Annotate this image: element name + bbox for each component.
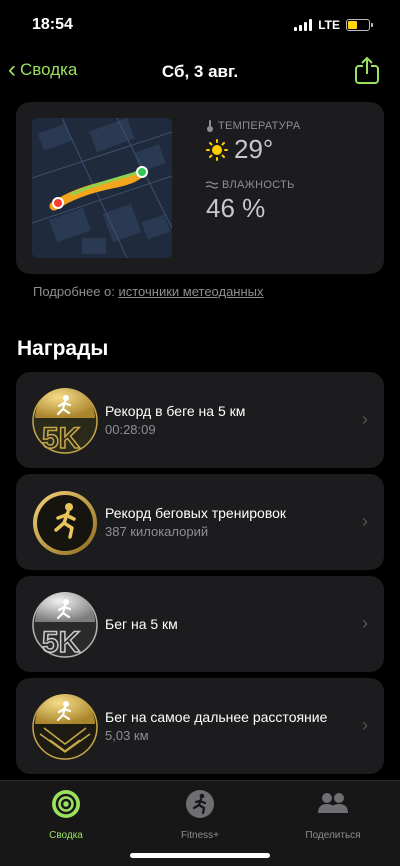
network-type: LTE — [318, 18, 340, 32]
route-map[interactable] — [32, 118, 172, 258]
award-item[interactable]: 5K Бег на 5 км › — [16, 576, 384, 672]
weather-card: ТЕМПЕРАТУРА 29° ВЛАЖНОСТЬ 46 % — [16, 102, 384, 274]
award-title: Рекорд в беге на 5 км — [105, 403, 246, 419]
weather-source-note: Подробнее о: источники метеоданных — [33, 284, 264, 299]
weather-source-prefix: Подробнее о: — [33, 284, 119, 299]
cellular-signal-icon — [294, 19, 313, 31]
award-title: Рекорд беговых тренировок — [105, 505, 287, 521]
humidity-icon — [206, 181, 218, 189]
temperature-value: 29° — [234, 134, 274, 164]
navigation-bar: ‹ Сводка Сб, 3 авг. — [0, 52, 400, 92]
chevron-right-icon: › — [362, 715, 368, 735]
humidity-label: ВЛАЖНОСТЬ — [222, 179, 295, 191]
chevron-right-icon: › — [362, 511, 368, 531]
award-texts: Рекорд в беге на 5 км 00:28:09 — [105, 372, 245, 468]
award-item[interactable]: Бег на самое дальнее расстояние 5,03 км … — [16, 678, 384, 774]
chevron-right-icon: › — [362, 409, 368, 429]
gold-5k-medal-icon: 5K — [32, 388, 98, 454]
status-time: 18:54 — [32, 16, 73, 33]
award-item[interactable]: 5K Рекорд в беге на 5 км 00:28:09 › — [16, 372, 384, 468]
weather-source-link[interactable]: источники метеоданных — [118, 284, 263, 299]
fitness-plus-icon — [186, 790, 214, 818]
temperature-label-row: ТЕМПЕРАТУРА — [206, 120, 301, 132]
share-icon[interactable] — [354, 56, 380, 84]
gold-runner-medal-icon — [33, 491, 97, 555]
activity-rings-icon — [52, 790, 80, 818]
status-bar: 18:54 LTE — [0, 0, 400, 50]
award-texts: Бег на самое дальнее расстояние 5,03 км — [105, 678, 327, 774]
gold-distance-medal-icon — [32, 694, 98, 760]
humidity-value: 46 % — [206, 193, 266, 223]
tab-summary[interactable]: Сводка — [6, 789, 126, 841]
status-icons: LTE — [294, 18, 373, 32]
sharing-icon — [318, 793, 348, 813]
weather-info: ТЕМПЕРАТУРА 29° ВЛАЖНОСТЬ 46 % — [206, 120, 301, 224]
tab-fitness-plus[interactable]: Fitness+ — [140, 789, 260, 841]
home-indicator — [130, 853, 270, 858]
award-subtitle: 00:28:09 — [105, 422, 156, 437]
route-map-image — [32, 118, 172, 258]
tab-label: Fitness+ — [180, 830, 220, 841]
award-title: Бег на 5 км — [105, 616, 178, 632]
humidity-label-row: ВЛАЖНОСТЬ — [206, 179, 301, 191]
battery-icon — [346, 19, 373, 31]
tab-label: Поделиться — [305, 830, 361, 841]
award-texts: Рекорд беговых тренировок 387 килокалори… — [105, 474, 286, 570]
award-subtitle: 5,03 км — [105, 728, 149, 743]
tab-sharing[interactable]: Поделиться — [273, 789, 393, 841]
award-texts: Бег на 5 км — [105, 576, 178, 672]
temperature-row: 29° — [206, 134, 301, 165]
page-title: Сб, 3 авг. — [161, 62, 239, 81]
award-item[interactable]: Рекорд беговых тренировок 387 килокалори… — [16, 474, 384, 570]
awards-section-title: Награды — [17, 337, 109, 360]
chevron-right-icon: › — [362, 613, 368, 633]
award-title: Бег на самое дальнее расстояние — [105, 709, 328, 725]
humidity-block: ВЛАЖНОСТЬ 46 % — [206, 179, 301, 224]
award-subtitle: 387 килокалорий — [105, 524, 209, 539]
svg-text:5K: 5K — [42, 422, 81, 454]
thermometer-icon — [207, 120, 213, 132]
temperature-label: ТЕМПЕРАТУРА — [218, 120, 301, 132]
tab-label: Сводка — [49, 830, 83, 841]
sun-icon — [206, 138, 228, 161]
silver-5k-medal-icon: 5K — [32, 592, 98, 658]
svg-text:5K: 5K — [42, 626, 81, 658]
